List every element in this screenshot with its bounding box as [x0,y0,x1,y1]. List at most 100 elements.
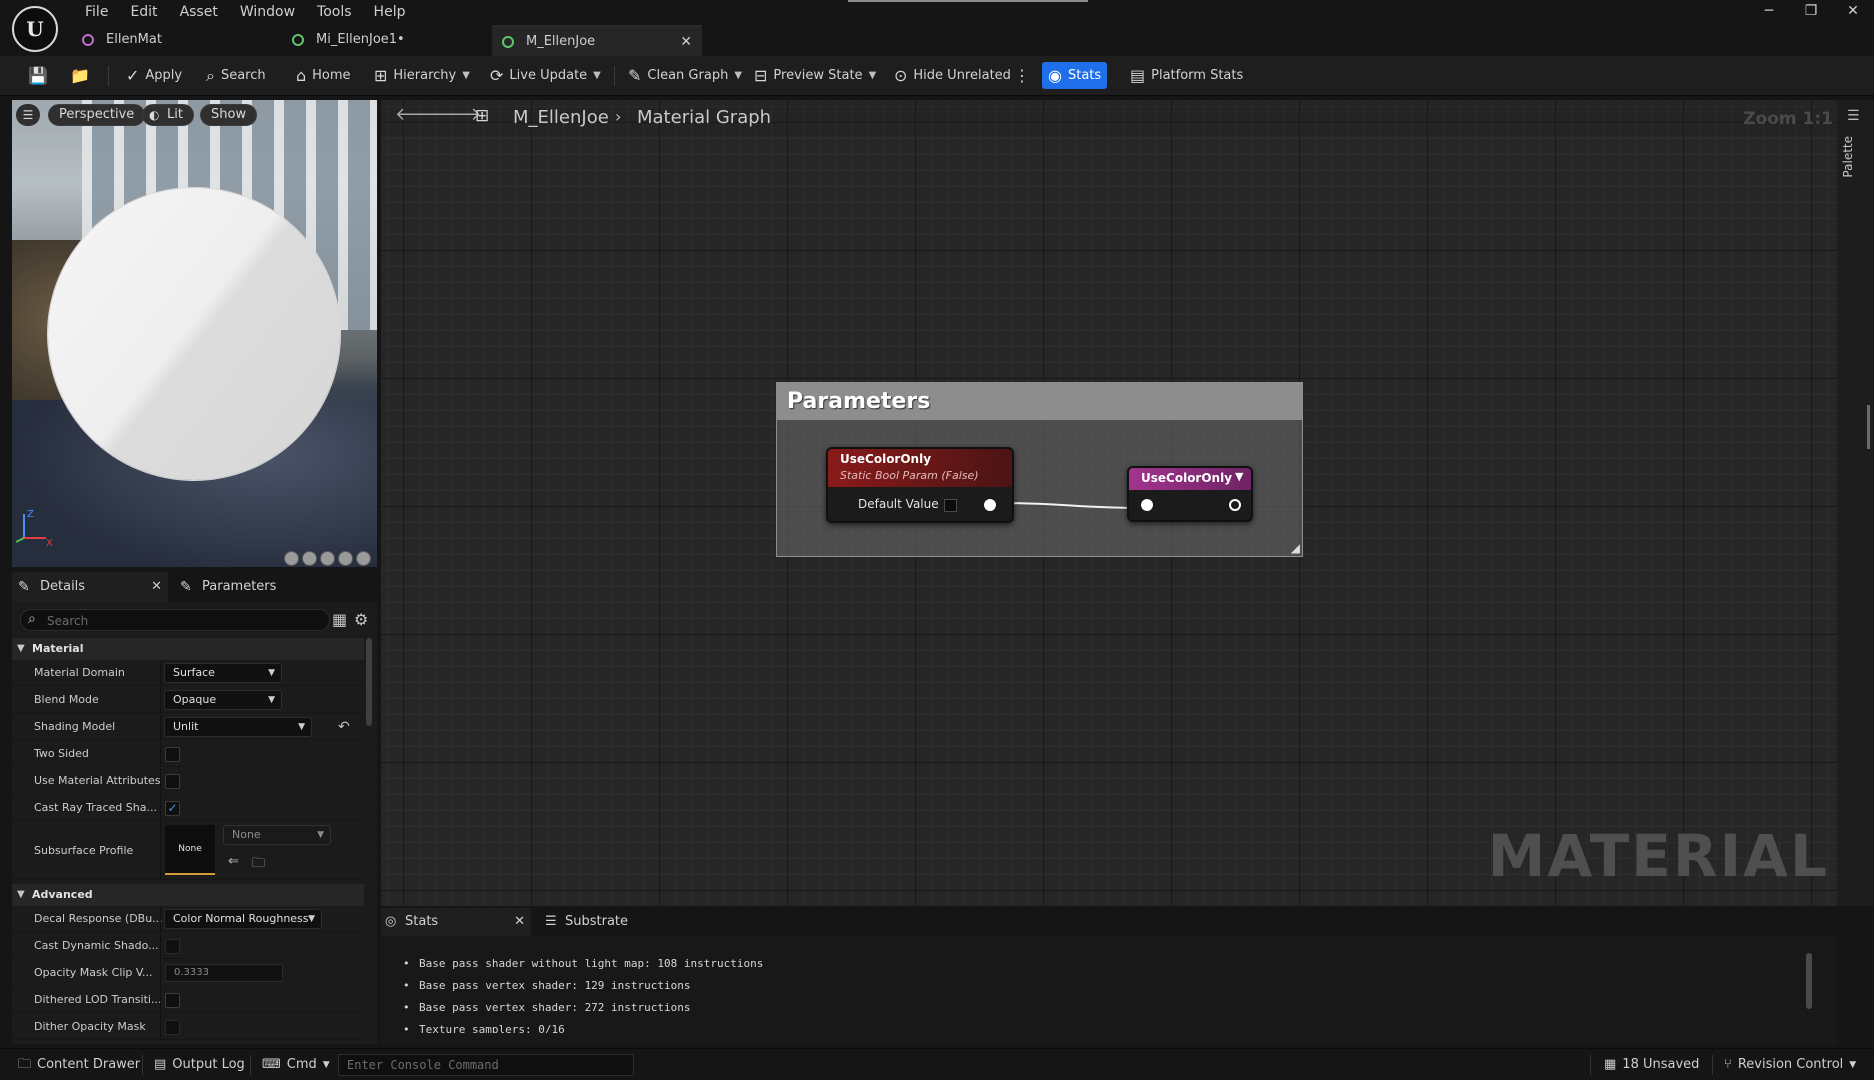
shading-model-label: Shading Model [34,720,116,733]
blend-mode-dropdown[interactable]: Opaque ▼ [164,690,282,710]
dithered-lod-checkbox[interactable] [165,993,180,1008]
details-scrollbar[interactable] [366,638,372,726]
console-command-input[interactable] [338,1054,634,1076]
output-pin[interactable] [984,499,996,511]
breadcrumb-graph[interactable]: Material Graph [637,107,771,128]
tab-label: M_EllenJoe [526,34,596,49]
hierarchy-button[interactable]: ⊞ Hierarchy ▼ [368,62,476,89]
cast-dynamic-shadow-checkbox[interactable] [165,939,180,954]
content-drawer-button[interactable]: 🗀 Content Drawer [12,1049,146,1080]
palette-tab[interactable]: Palette [1841,136,1855,178]
breadcrumb-separator-icon: › [615,107,622,126]
title-strip [848,0,1088,2]
material-graph-canvas[interactable]: 🡐 🡒 ⊞ M_EllenJoe › Material Graph Zoom 1… [381,100,1837,906]
list-icon[interactable]: ☰ [1847,108,1860,124]
menu-asset[interactable]: Asset [169,2,229,22]
stats-scrollbar[interactable] [1806,953,1812,1009]
breadcrumb-asset[interactable]: M_EllenJoe [513,107,609,128]
chevron-down-icon: ▼ [298,722,305,732]
chevron-down-icon[interactable]: ▼ [1235,470,1243,483]
search-button[interactable]: ⌕ Search [200,62,272,89]
node-header: UseColorOnly Static Bool Param (False) [828,449,1012,487]
stats-icon: ◎ [385,914,397,929]
perspective-button[interactable]: Perspective [48,104,146,126]
show-button[interactable]: Show [200,104,258,126]
lit-button[interactable]: ◐ Lit [142,104,194,126]
close-tab-icon[interactable]: ✕ [680,27,692,57]
menu-tools[interactable]: Tools [306,2,363,22]
graph-hierarchy-icon[interactable]: ⊞ [475,106,489,126]
menu-file[interactable]: File [74,2,119,22]
live-update-button[interactable]: ⟳ Live Update ▼ [484,62,607,89]
tab-parameters[interactable]: ✎ Parameters [174,572,324,602]
details-search-input[interactable] [47,612,317,629]
two-sided-checkbox[interactable] [165,747,180,762]
splitter-handle[interactable] [1867,405,1870,449]
browse-asset-icon[interactable]: 🗀 [252,854,265,876]
subsurface-profile-thumbnail[interactable]: None [165,825,215,875]
custom-mesh-preview-icon[interactable] [356,551,371,566]
dither-opacity-mask-checkbox[interactable] [165,1020,180,1035]
close-tab-icon[interactable]: ✕ [514,908,525,936]
apply-label: Apply [145,68,183,83]
hide-unrelated-button[interactable]: ⊙ Hide Unrelated [888,62,1017,89]
stats-button[interactable]: ◉ Stats [1042,62,1108,89]
sphere-preview-icon[interactable] [302,551,317,566]
section-material[interactable]: ▼ Material [12,638,364,660]
output-pin[interactable] [1229,499,1241,511]
subsurface-profile-dropdown[interactable]: None ▼ [223,825,331,845]
static-switch-node[interactable]: UseColorOnly ▼ [1127,466,1253,522]
home-button[interactable]: ⌂ Home [290,62,357,89]
plane-preview-icon[interactable] [320,551,335,566]
platform-stats-button[interactable]: ▤ Platform Stats [1124,62,1249,89]
output-log-button[interactable]: ▤ Output Log [148,1049,251,1080]
reset-to-default-icon[interactable]: ↶ [338,714,350,740]
resize-handle-icon[interactable]: ◢ [1291,541,1300,555]
preview-viewport[interactable] [12,100,377,567]
use-material-attributes-checkbox[interactable] [165,774,180,789]
menu-edit[interactable]: Edit [119,2,168,22]
input-pin[interactable] [1141,499,1153,511]
restore-button[interactable]: ❐ [1790,0,1832,22]
close-tab-icon[interactable]: ✕ [151,572,162,602]
tab-ellenmat[interactable]: EllenMat [72,25,282,56]
section-advanced[interactable]: ▼ Advanced [12,884,364,906]
save-button[interactable]: 💾 [22,62,54,89]
viewport-menu-button[interactable]: ☰ [16,104,40,126]
cylinder-preview-icon[interactable] [284,551,299,566]
material-domain-dropdown[interactable]: Surface ▼ [164,663,282,683]
row-opacity-mask-clip: Opacity Mask Clip V... 0.3333 [12,960,364,986]
decal-response-dropdown[interactable]: Color Normal Roughness ▼ [164,909,322,929]
settings-gear-icon[interactable]: ⚙ [354,610,368,629]
menu-window[interactable]: Window [229,2,306,22]
details-search-field[interactable]: ⌕ [20,609,330,631]
row-subsurface-profile: Subsurface Profile None None ▼ ⇐ 🗀 [12,822,364,880]
stats-tab-bar: ◎ Stats ✕ ☰ Substrate [381,908,1837,936]
unsaved-button[interactable]: ▦ 18 Unsaved [1598,1049,1705,1080]
close-window-button[interactable]: ✕ [1832,0,1874,22]
tab-stats[interactable]: ◎ Stats ✕ [381,908,531,936]
default-value-checkbox[interactable] [944,499,957,512]
cast-ray-traced-checkbox[interactable]: ✓ [165,801,180,816]
use-selected-asset-icon[interactable]: ⇐ [228,854,239,869]
menu-help[interactable]: Help [363,2,417,22]
opacity-mask-clip-input[interactable]: 0.3333 [165,964,283,982]
unreal-logo-icon[interactable]: U [12,6,58,52]
browse-button[interactable]: 📁 [64,62,96,89]
tab-substrate[interactable]: ☰ Substrate [541,908,651,936]
apply-button[interactable]: ✓ Apply [120,62,188,89]
more-options-button[interactable]: ⋮ [1008,62,1036,89]
tab-m-ellenjoe[interactable]: M_EllenJoe ✕ [492,25,702,56]
cmd-dropdown[interactable]: ⌨ Cmd ▼ [256,1049,336,1080]
preview-state-button[interactable]: ⊟ Preview State ▼ [748,62,882,89]
clean-graph-button[interactable]: ✎ Clean Graph ▼ [622,62,748,89]
tab-details[interactable]: ✎ Details ✕ [12,572,168,602]
static-bool-param-node[interactable]: UseColorOnly Static Bool Param (False) D… [826,447,1014,523]
table-view-icon[interactable]: ▦ [332,610,347,629]
comment-title[interactable]: Parameters [777,383,1302,420]
tab-mi-ellenjoe1[interactable]: Mi_EllenJoe1• [282,25,492,56]
shading-model-dropdown[interactable]: Unlit ▼ [164,717,312,737]
minimize-button[interactable]: ─ [1748,0,1790,22]
revision-control-button[interactable]: ⑂ Revision Control ▼ [1718,1049,1862,1080]
cube-preview-icon[interactable] [338,551,353,566]
